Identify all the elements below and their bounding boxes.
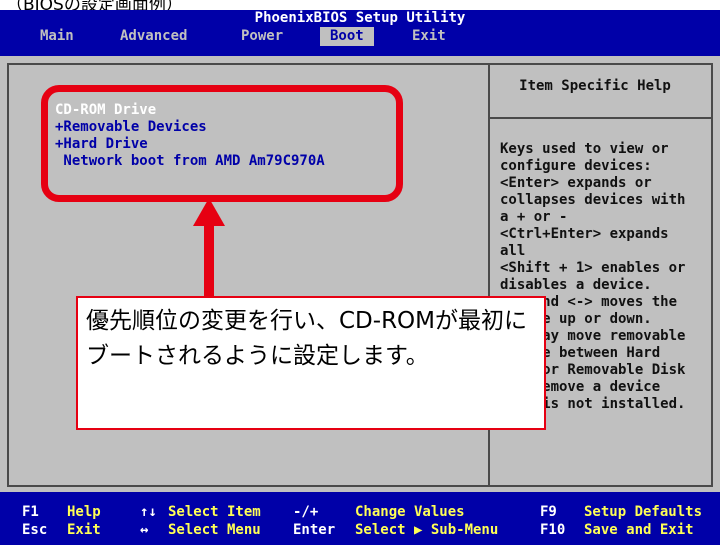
annotation-callout: 優先順位の変更を行い、CD-ROMが最初にブートされるように設定します。: [76, 296, 546, 430]
callout-text: 優先順位の変更を行い、CD-ROMが最初にブートされるように設定します。: [86, 308, 527, 369]
arrow-shaft: [204, 218, 214, 300]
arrow-head: [193, 198, 225, 226]
annotation-arrow: [193, 198, 225, 300]
